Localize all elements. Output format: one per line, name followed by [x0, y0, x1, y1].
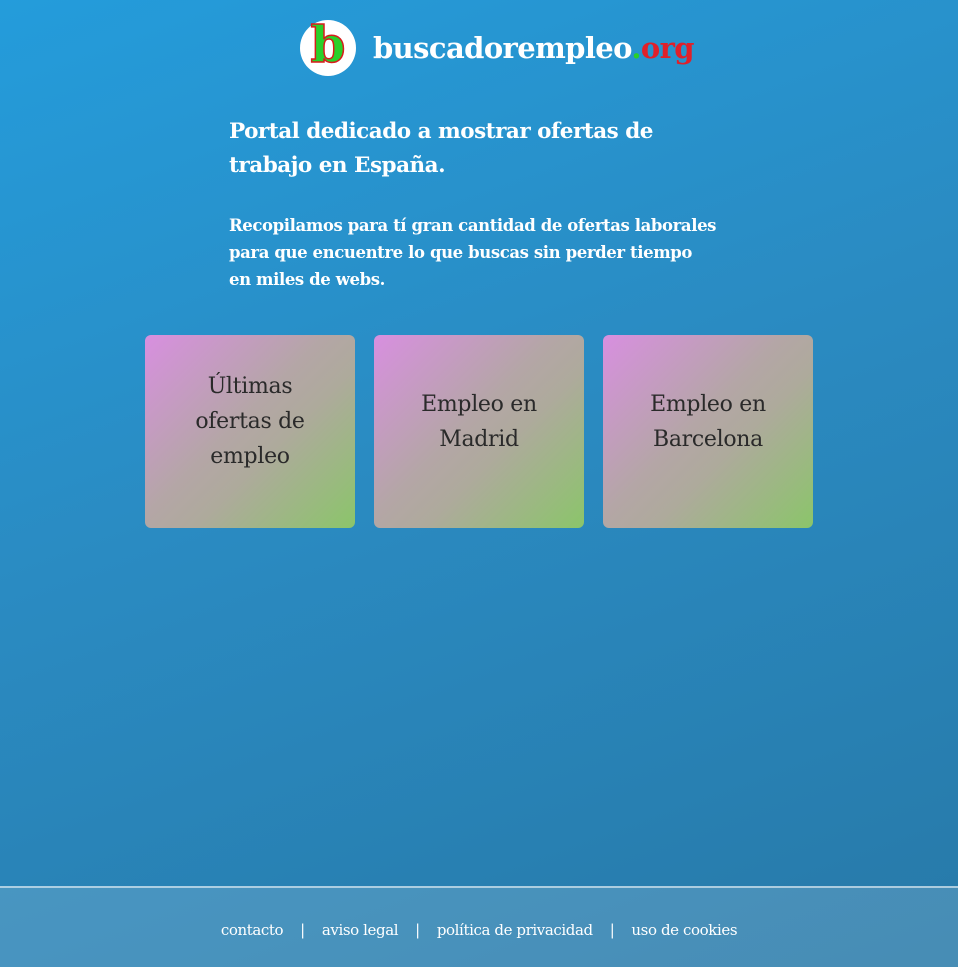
footer-separator: |	[300, 921, 305, 939]
footer-link-cookies[interactable]: uso de cookies	[631, 921, 737, 939]
page-description: Recopilamos para tí gran cantidad de ofe…	[229, 216, 717, 289]
footer-link-contacto[interactable]: contacto	[221, 921, 284, 939]
card-madrid[interactable]: Empleo en Madrid	[374, 335, 584, 528]
page-tagline: Portal dedicado a mostrar ofertas de tra…	[229, 119, 653, 178]
logo-letter: b	[310, 15, 346, 74]
site-name-dot: .	[631, 31, 641, 65]
card-label: Últimas ofertas de empleo	[195, 374, 305, 469]
footer-links: contacto | aviso legal | política de pri…	[0, 921, 958, 939]
logo-icon[interactable]: b	[300, 15, 356, 76]
site-name-tld: org	[640, 31, 695, 65]
footer-separator: |	[609, 921, 615, 939]
card-latest-offers[interactable]: Últimas ofertas de empleo	[145, 335, 355, 528]
card-label: Empleo en Madrid	[421, 391, 537, 452]
site-name-main: buscadorempleo	[373, 31, 632, 65]
footer-link-privacidad[interactable]: política de privacidad	[437, 921, 593, 939]
site-header: b buscadorempleo.org	[300, 15, 695, 77]
card-label: Empleo en Barcelona	[650, 391, 766, 452]
footer-link-aviso-legal[interactable]: aviso legal	[322, 921, 399, 939]
footer-separator: |	[415, 921, 420, 939]
site-footer: contacto | aviso legal | política de pri…	[0, 886, 958, 967]
card-barcelona[interactable]: Empleo en Barcelona	[603, 335, 813, 528]
site-name[interactable]: buscadorempleo.org	[373, 31, 695, 65]
category-cards: Últimas ofertas de empleo Empleo en Madr…	[145, 335, 813, 528]
